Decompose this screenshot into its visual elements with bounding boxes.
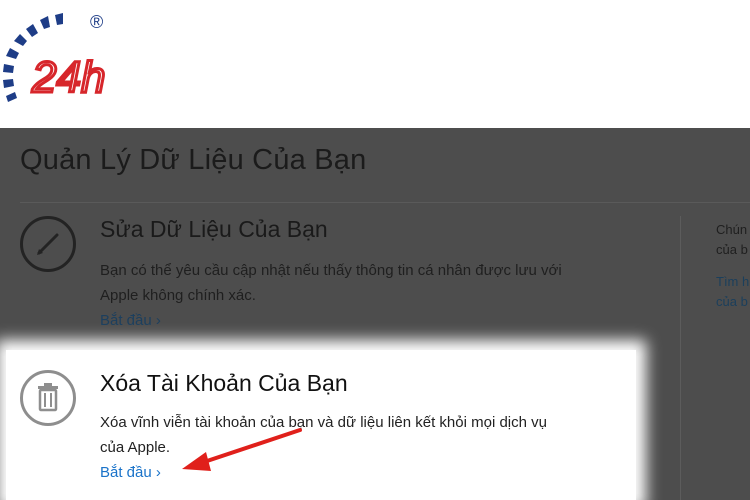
delete-account-start-link[interactable]: Bắt đầu › [100, 464, 161, 481]
pencil-icon [20, 216, 76, 272]
page-title: Quản Lý Dữ Liệu Của Bạn [20, 144, 367, 176]
sidebar-text: Chún của b [716, 222, 748, 257]
registered-mark: ® [90, 12, 103, 32]
trash-icon [20, 370, 76, 426]
delete-account-highlight: Xóa Tài Khoản Của Bạn Xóa vĩnh viễn tài … [6, 350, 636, 500]
edit-data-description: Bạn có thể yêu cầu cập nhật nếu thấy thô… [100, 262, 562, 304]
divider [20, 202, 750, 203]
delete-account-description: Xóa vĩnh viễn tài khoản của bạn và dữ li… [100, 414, 547, 456]
edit-data-start-link[interactable]: Bắt đầu › [100, 312, 161, 329]
account-data-screen: Quản Lý Dữ Liệu Của Bạn Chún của b Tìm h… [0, 128, 750, 500]
sidebar-link[interactable]: Tìm h của b [716, 272, 750, 312]
site-logo: 24h ® [0, 0, 120, 125]
logo-graphic: 24h ® [3, 12, 107, 104]
logo-text: 24h [31, 53, 105, 102]
delete-account-title: Xóa Tài Khoản Của Bạn [100, 370, 348, 396]
edit-data-title: Sửa Dữ Liệu Của Bạn [100, 216, 328, 242]
column-divider [680, 216, 681, 500]
